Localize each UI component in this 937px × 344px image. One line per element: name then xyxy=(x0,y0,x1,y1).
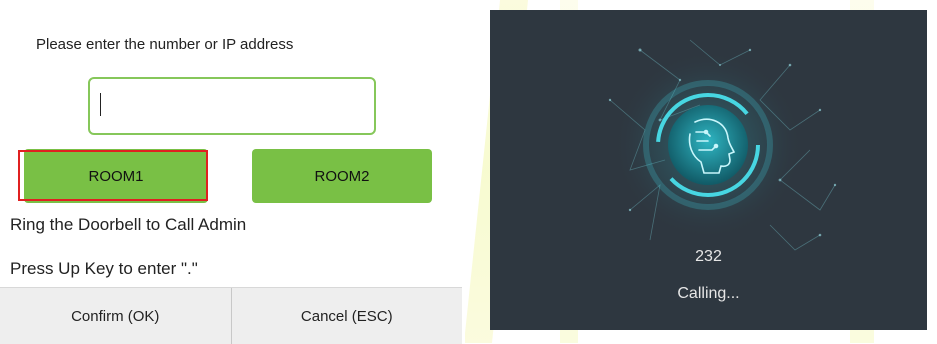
number-input[interactable] xyxy=(88,77,376,135)
up-key-info-text: Press Up Key to enter "." xyxy=(10,259,198,278)
calling-animation xyxy=(608,39,837,251)
called-number: 232 xyxy=(695,248,722,265)
confirm-label: Confirm (OK) xyxy=(71,307,160,325)
input-dialog: Please enter the number or IP address RO… xyxy=(0,0,465,344)
action-bar: Confirm (OK) Cancel (ESC) xyxy=(0,287,462,344)
doorbell-info-text: Ring the Doorbell to Call Admin xyxy=(10,215,247,234)
calling-screen: 232 Calling... xyxy=(490,10,927,330)
confirm-button[interactable]: Confirm (OK) xyxy=(0,288,232,344)
room2-button[interactable]: ROOM2 xyxy=(252,149,432,203)
cancel-button[interactable]: Cancel (ESC) xyxy=(232,288,463,344)
room2-label: ROOM2 xyxy=(314,167,370,185)
cancel-label: Cancel (ESC) xyxy=(300,307,393,325)
selection-highlight xyxy=(18,150,208,201)
text-caret xyxy=(100,93,101,116)
prompt-text: Please enter the number or IP address xyxy=(36,36,294,53)
call-status: Calling... xyxy=(677,285,740,302)
